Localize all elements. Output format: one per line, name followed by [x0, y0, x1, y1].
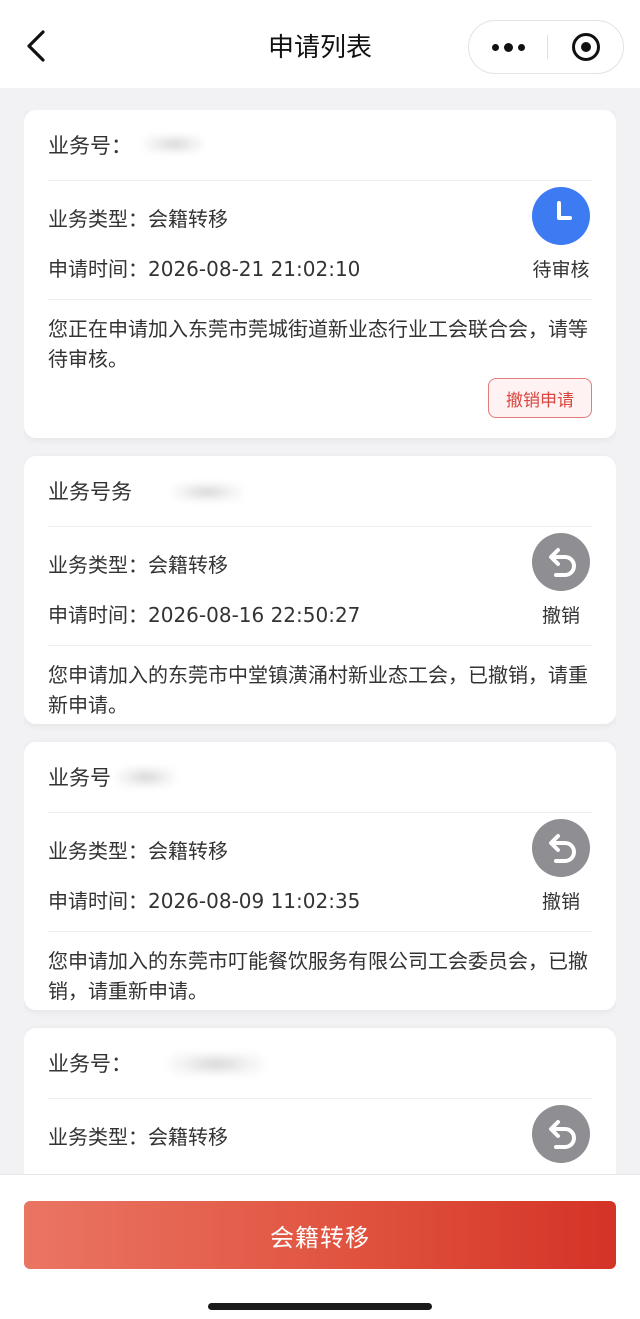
- business-number-row: 业务号: [48, 742, 592, 813]
- business-number-row: 业务号：: [48, 110, 592, 181]
- more-dots-icon: [491, 43, 499, 51]
- business-number-label: 业务号：: [48, 134, 132, 158]
- more-dots-icon-center: [503, 42, 513, 52]
- redacted-number: [144, 134, 204, 154]
- back-button[interactable]: [18, 26, 54, 66]
- business-type: 业务类型：会籍转移: [48, 207, 228, 231]
- application-info: 业务类型：会籍转移 申请时间：2026-08-09 11:02:35 撤销: [48, 813, 592, 932]
- apply-time: 申请时间：2026-08-09 11:02:35: [48, 889, 361, 913]
- business-number-label: 业务号务: [48, 480, 132, 504]
- nav-bar: 申请列表: [0, 0, 640, 88]
- application-info: 业务类型：会籍转移: [48, 1099, 592, 1174]
- status-indicator: 待审核: [530, 187, 592, 282]
- status-indicator: 撤销: [530, 533, 592, 628]
- application-list[interactable]: 业务号： 业务类型：会籍转移 申请时间：2026-08-21 21:02:10 …: [24, 110, 616, 1174]
- apply-time: 申请时间：2026-08-21 21:02:10: [48, 257, 361, 281]
- business-number-label: 业务号：: [48, 1052, 132, 1076]
- application-info: 业务类型：会籍转移 申请时间：2026-08-16 22:50:27 撤销: [48, 527, 592, 646]
- status-indicator: 撤销: [530, 819, 592, 914]
- more-dots-icon-right: [517, 43, 525, 51]
- status-label: 撤销: [541, 891, 580, 913]
- mini-program-capsule: [468, 20, 624, 74]
- target-icon: [572, 33, 600, 61]
- application-card[interactable]: 业务号务 业务类型：会籍转移 申请时间：2026-08-16 22:50:27 …: [24, 456, 616, 724]
- application-card[interactable]: 业务号： 业务类型：会籍转移 申请时间：2026-08-21 21:02:10 …: [24, 110, 616, 438]
- status-label: 待审核: [532, 259, 590, 281]
- home-indicator[interactable]: [208, 1303, 432, 1310]
- chevron-left-icon: [27, 30, 45, 62]
- business-number-row: 业务号务: [48, 456, 592, 527]
- status-label: 撤销: [541, 605, 580, 627]
- apply-time: 申请时间：2026-08-16 22:50:27: [48, 603, 361, 627]
- application-description: 您正在申请加入东莞市莞城街道新业态行业工会联合会，请等待审核。: [48, 317, 588, 371]
- redacted-number: [168, 1052, 264, 1076]
- undo-icon: [532, 533, 590, 591]
- clock-icon: [532, 187, 590, 245]
- application-card[interactable]: 业务号 业务类型：会籍转移 申请时间：2026-08-09 11:02:35 撤…: [24, 742, 616, 1010]
- application-description: 您申请加入的东莞市叮能餐饮服务有限公司工会委员会，已撤销，请重新申请。: [48, 949, 588, 1003]
- business-number-row: 业务号：: [48, 1028, 592, 1099]
- more-button[interactable]: [469, 21, 547, 73]
- redacted-number: [172, 482, 242, 502]
- cancel-application-button[interactable]: 撤销申请: [488, 378, 592, 418]
- business-type: 业务类型：会籍转移: [48, 1125, 228, 1149]
- bottom-action-bar: 会籍转移: [0, 1174, 640, 1319]
- application-card[interactable]: 业务号： 业务类型：会籍转移: [24, 1028, 616, 1174]
- application-description: 您申请加入的东莞市中堂镇潢涌村新业态工会，已撤销，请重新申请。: [48, 663, 588, 717]
- application-info: 业务类型：会籍转移 申请时间：2026-08-21 21:02:10 待审核: [48, 181, 592, 300]
- business-type: 业务类型：会籍转移: [48, 553, 228, 577]
- status-indicator: [530, 1105, 592, 1163]
- undo-icon: [532, 819, 590, 877]
- undo-icon: [532, 1105, 590, 1163]
- membership-transfer-button[interactable]: 会籍转移: [24, 1201, 616, 1269]
- business-type: 业务类型：会籍转移: [48, 839, 228, 863]
- business-number-label: 业务号: [48, 766, 111, 790]
- redacted-number: [116, 766, 176, 788]
- close-mini-program-button[interactable]: [548, 21, 624, 73]
